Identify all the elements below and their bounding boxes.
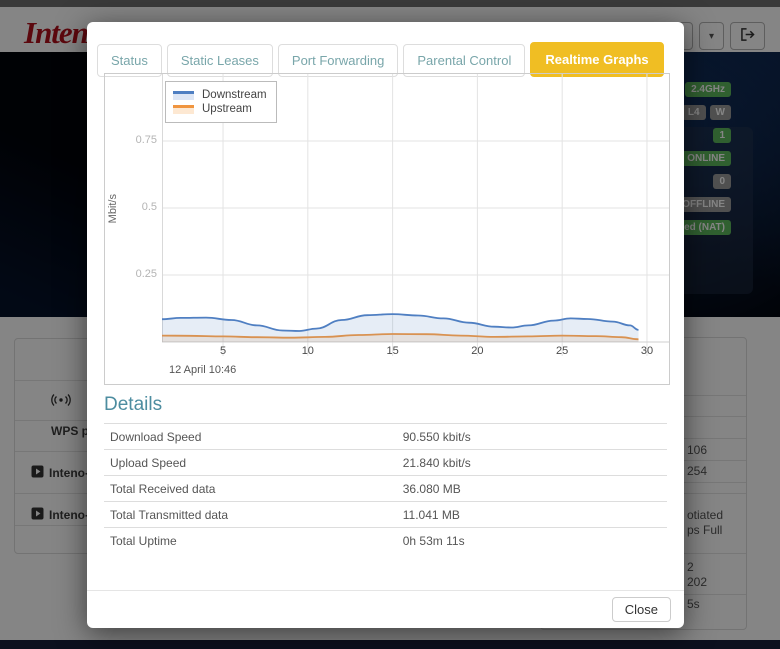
row-label: Upload Speed bbox=[104, 456, 403, 470]
x-tick-label: 20 bbox=[465, 345, 489, 357]
details-table: Download Speed 90.550 kbit/s Upload Spee… bbox=[104, 423, 667, 553]
row-value: 0h 53m 11s bbox=[403, 534, 465, 548]
row-label: Total Received data bbox=[104, 482, 403, 496]
table-row: Total Uptime 0h 53m 11s bbox=[104, 527, 667, 553]
x-tick-label: 15 bbox=[381, 345, 405, 357]
y-tick-label: 0.75 bbox=[123, 134, 157, 146]
row-value: 90.550 kbit/s bbox=[403, 430, 471, 444]
row-label: Download Speed bbox=[104, 430, 403, 444]
dialog-footer: Close bbox=[87, 590, 684, 629]
chart-legend: Downstream Upstream bbox=[165, 81, 277, 123]
chart-timestamp: 12 April 10:46 bbox=[169, 364, 236, 376]
table-row: Total Transmitted data 11.041 MB bbox=[104, 501, 667, 527]
table-row: Total Received data 36.080 MB bbox=[104, 475, 667, 501]
x-tick-label: 30 bbox=[635, 345, 659, 357]
legend-label: Downstream bbox=[202, 89, 267, 101]
close-button[interactable]: Close bbox=[612, 597, 671, 622]
realtime-chart: Mbit/s Downstream Upstream 0.25 0.5 0.75 5 1… bbox=[104, 73, 670, 385]
y-axis-unit-label: Mbit/s bbox=[107, 194, 119, 223]
x-tick-label: 5 bbox=[211, 345, 235, 357]
x-tick-label: 10 bbox=[296, 345, 320, 357]
realtime-graphs-dialog: Status Static Leases Port Forwarding Par… bbox=[87, 22, 684, 628]
row-value: 21.840 kbit/s bbox=[403, 456, 471, 470]
tab-realtime-graphs[interactable]: Realtime Graphs bbox=[530, 42, 663, 77]
details-heading: Details bbox=[104, 394, 162, 416]
row-value: 36.080 MB bbox=[403, 482, 461, 496]
row-value: 11.041 MB bbox=[403, 508, 460, 522]
downstream-swatch-icon bbox=[173, 91, 194, 100]
legend-label: Upstream bbox=[202, 103, 252, 115]
table-row: Upload Speed 21.840 kbit/s bbox=[104, 449, 667, 475]
dialog-tabs: Status Static Leases Port Forwarding Par… bbox=[97, 42, 664, 77]
legend-item-downstream: Downstream bbox=[173, 89, 267, 101]
upstream-swatch-icon bbox=[173, 105, 194, 114]
row-label: Total Uptime bbox=[104, 534, 403, 548]
screen: Inteno Mode ▾ z2.4GHz3L4W1ONLINE0OFFLINE… bbox=[0, 0, 780, 649]
legend-item-upstream: Upstream bbox=[173, 103, 267, 115]
y-tick-label: 0.5 bbox=[123, 201, 157, 213]
table-row: Download Speed 90.550 kbit/s bbox=[104, 423, 667, 449]
row-label: Total Transmitted data bbox=[104, 508, 403, 522]
x-tick-label: 25 bbox=[550, 345, 574, 357]
y-tick-label: 0.25 bbox=[123, 268, 157, 280]
